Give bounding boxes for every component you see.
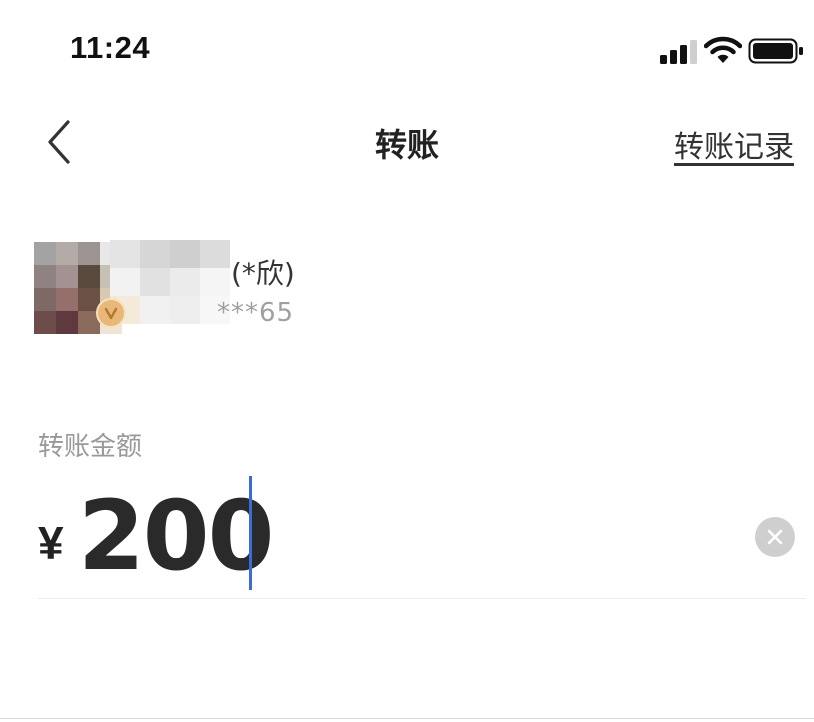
transfer-records-link[interactable]: 转账记录 [674,122,794,166]
amount-row: ¥ 200 [0,470,814,600]
bottom-divider [0,718,814,719]
status-bar: 11:24 [0,0,814,100]
amount-input[interactable]: 200 [78,476,274,596]
amount-label: 转账金额 [38,432,143,462]
clear-button[interactable] [755,517,795,557]
battery-icon [748,38,803,64]
currency-symbol: ¥ [38,517,64,569]
vip-badge-icon [96,298,126,328]
status-time: 11:24 [70,30,151,65]
signal-icon [660,40,697,64]
recipient-account: ***65 [217,298,295,328]
wifi-icon [704,36,742,63]
text-caret [249,476,252,590]
name-mosaic [110,240,230,330]
nav-bar: 转账 转账记录 [0,100,814,184]
recipient-card: (*欣) ***65 [0,236,814,346]
recipient-name: (*欣) [231,257,295,290]
clear-icon [767,529,783,545]
amount-divider [38,598,806,599]
